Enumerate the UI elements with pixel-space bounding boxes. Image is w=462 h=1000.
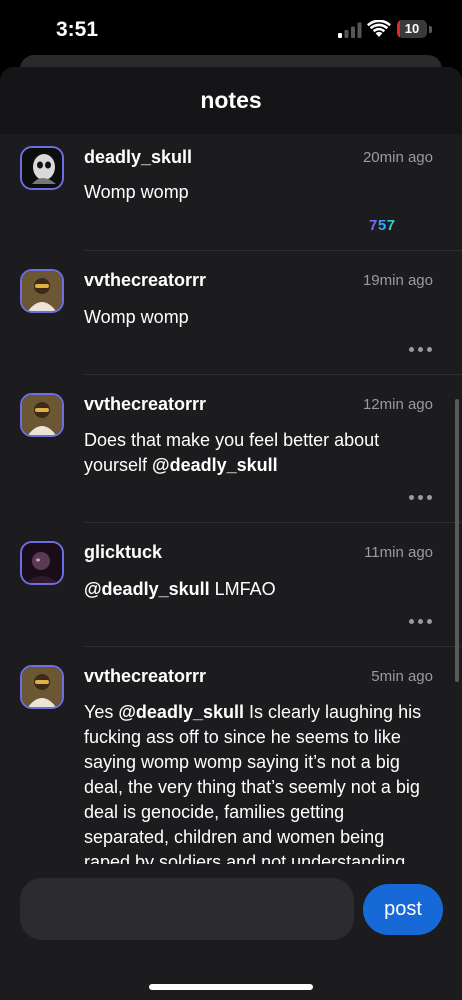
note-timestamp: 12min ago	[362, 396, 433, 413]
skull-avatar-icon[interactable]	[20, 146, 64, 190]
page-title: notes	[200, 87, 262, 113]
note-count-badge: 757	[369, 217, 396, 234]
person-avatar-icon[interactable]	[20, 665, 64, 709]
note-count-text: 757	[369, 217, 396, 234]
wifi-icon	[367, 20, 391, 37]
note-text: Is clearly laughing his fucking ass off …	[84, 702, 422, 864]
note-body: @deadly_skull LMFAO	[84, 577, 424, 602]
more-options-icon[interactable]	[409, 619, 433, 625]
status-bar: 3:51 10	[0, 0, 462, 60]
note-username[interactable]: vvthecreatorrr	[84, 394, 206, 415]
note-text: Womp womp	[84, 182, 189, 202]
note-item: vvthecreatorrr 12min ago Does that make …	[0, 375, 462, 523]
note-mention[interactable]: @deadly_skull	[84, 579, 210, 599]
note-username[interactable]: deadly_skull	[84, 147, 192, 168]
post-button[interactable]: post	[363, 884, 443, 935]
home-indicator[interactable]	[149, 984, 313, 990]
note-timestamp: 20min ago	[362, 149, 433, 166]
more-options-icon[interactable]	[409, 495, 433, 501]
sheet-header: notes	[0, 67, 462, 134]
battery-icon: 10	[397, 20, 433, 40]
note-username[interactable]: vvthecreatorrr	[84, 666, 206, 687]
note-body: Does that make you feel better about you…	[84, 428, 414, 478]
note-item: deadly_skull 20min ago Womp womp 757	[0, 134, 462, 251]
note-text: LMFAO	[209, 579, 276, 599]
note-body: Womp womp	[84, 305, 424, 330]
person-avatar-icon[interactable]	[20, 393, 64, 437]
note-mention[interactable]: @deadly_skull	[152, 455, 278, 475]
dark-avatar-icon[interactable]	[20, 541, 64, 585]
note-text: Yes	[84, 702, 119, 722]
note-body: Womp womp	[84, 180, 424, 205]
notes-sheet: notes deadly_skull 20min ago Womp womp 7…	[0, 67, 462, 1000]
note-item: glicktuck 11min ago @deadly_skull LMFAO	[0, 523, 462, 647]
note-body: Yes @deadly_skull Is clearly laughing hi…	[84, 700, 429, 864]
scrollbar[interactable]	[455, 399, 459, 682]
person-avatar-icon[interactable]	[20, 269, 64, 313]
note-timestamp: 19min ago	[362, 272, 433, 289]
note-username[interactable]: glicktuck	[84, 542, 162, 563]
note-username[interactable]: vvthecreatorrr	[84, 270, 206, 291]
note-mention[interactable]: @deadly_skull	[118, 702, 244, 722]
note-item: vvthecreatorrr 5min ago Yes @deadly_skul…	[0, 647, 462, 864]
note-item: vvthecreatorrr 19min ago Womp womp	[0, 251, 462, 375]
status-time: 3:51	[56, 18, 99, 41]
note-timestamp: 5min ago	[371, 668, 433, 685]
cellular-signal-icon	[338, 22, 362, 38]
note-input[interactable]	[20, 878, 354, 940]
battery-level-text: 10	[404, 21, 420, 36]
notes-feed[interactable]: deadly_skull 20min ago Womp womp 757 vvt…	[0, 134, 462, 864]
note-text: Womp womp	[84, 307, 189, 327]
note-timestamp: 11min ago	[364, 544, 433, 561]
more-options-icon[interactable]	[409, 347, 433, 353]
